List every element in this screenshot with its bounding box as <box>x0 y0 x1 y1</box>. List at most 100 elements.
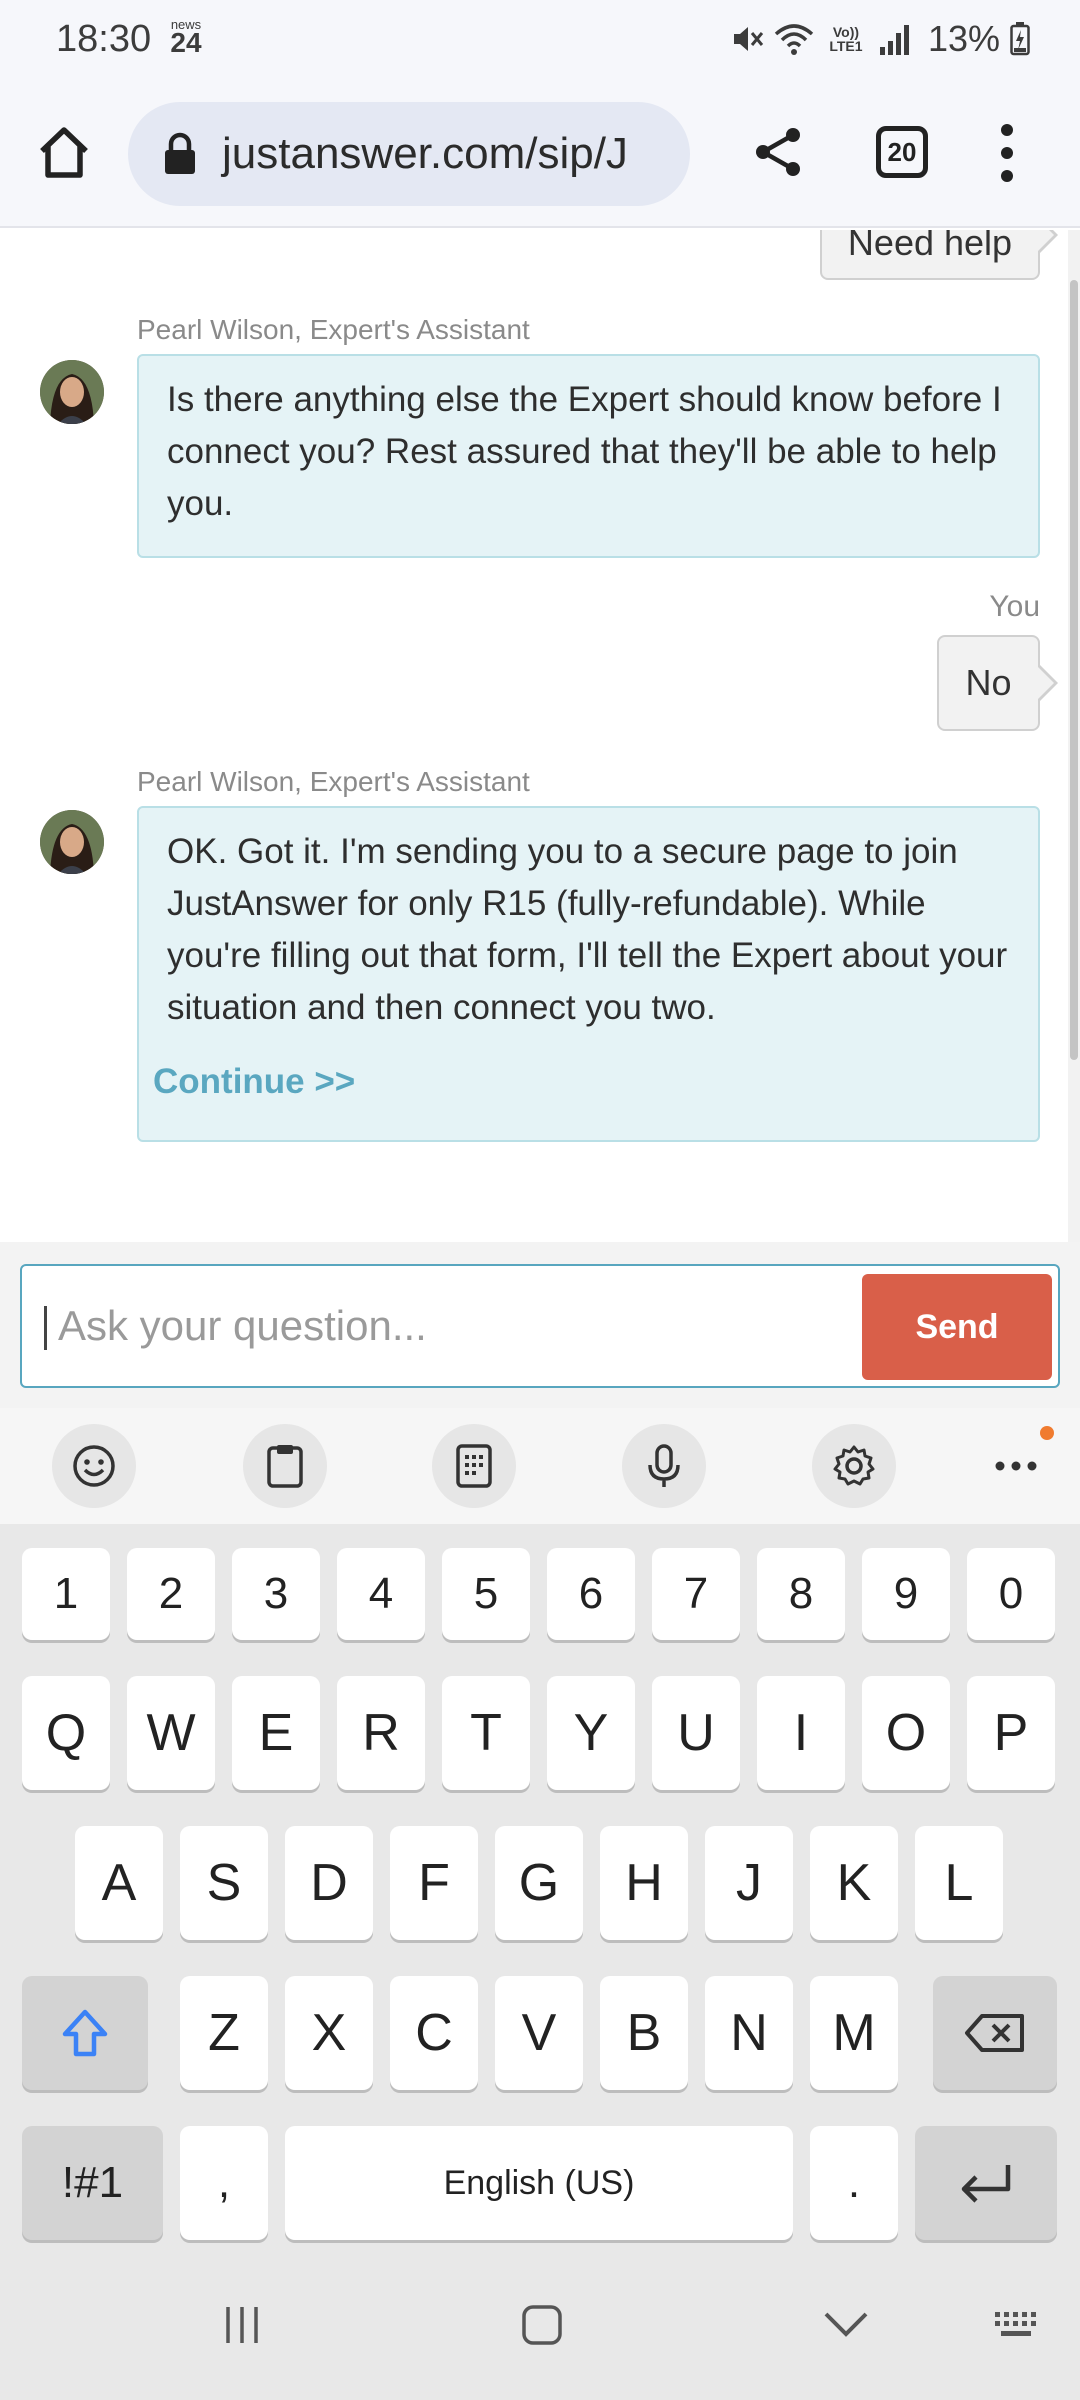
key-7[interactable]: 7 <box>652 1548 740 1640</box>
assistant-message-text: OK. Got it. I'm sending you to a secure … <box>167 832 1008 1027</box>
tab-switcher-button[interactable]: 20 <box>876 126 928 178</box>
more-horizontal-icon <box>995 1461 1037 1471</box>
key-9[interactable]: 9 <box>862 1548 950 1640</box>
spacebar[interactable]: English (US) <box>285 2126 793 2240</box>
share-button[interactable] <box>748 122 808 182</box>
key-3[interactable]: 3 <box>232 1548 320 1640</box>
user-message-text: No <box>965 662 1012 703</box>
key-u[interactable]: U <box>652 1676 740 1790</box>
chat-transcript[interactable]: Need help Pearl Wilson, Expert's Assista… <box>0 230 1080 1242</box>
user-message-bubble: Need help <box>820 230 1058 280</box>
key-f[interactable]: F <box>390 1826 478 1940</box>
key-o[interactable]: O <box>862 1676 950 1790</box>
question-input-placeholder: Ask your question... <box>58 1302 427 1349</box>
enter-key[interactable] <box>915 2126 1057 2240</box>
url-text: justanswer.com/sip/J <box>222 129 628 178</box>
keyboard-toolbar <box>0 1408 1080 1524</box>
message-sender: Pearl Wilson, Expert's Assistant <box>137 766 530 797</box>
key-5[interactable]: 5 <box>442 1548 530 1640</box>
key-q[interactable]: Q <box>22 1676 110 1790</box>
symbols-key[interactable]: !#1 <box>22 2126 163 2240</box>
comma-key[interactable]: , <box>180 2126 268 2240</box>
key-g[interactable]: G <box>495 1826 583 1940</box>
send-button[interactable]: Send <box>862 1274 1052 1380</box>
key-h[interactable]: H <box>600 1826 688 1940</box>
key-0[interactable]: 0 <box>967 1548 1055 1640</box>
system-navigation-bar <box>0 2250 1080 2400</box>
message-sender: Pearl Wilson, Expert's Assistant <box>137 314 530 345</box>
message-sender-you: You <box>989 590 1040 623</box>
home-icon <box>40 127 88 178</box>
key-c[interactable]: C <box>390 1976 478 2090</box>
news-number: 24 <box>170 27 202 58</box>
user-message-bubble: No <box>937 635 1058 731</box>
clipboard-button[interactable] <box>243 1424 327 1508</box>
key-j[interactable]: J <box>705 1826 793 1940</box>
key-p[interactable]: P <box>967 1676 1055 1790</box>
key-r[interactable]: R <box>337 1676 425 1790</box>
backspace-key[interactable] <box>933 1976 1057 2090</box>
assistant-message-bubble: Is there anything else the Expert should… <box>137 354 1040 558</box>
emoji-button[interactable] <box>52 1424 136 1508</box>
key-z[interactable]: Z <box>180 1976 268 2090</box>
key-m[interactable]: M <box>810 1976 898 2090</box>
clipboard-icon <box>267 1445 303 1488</box>
keyboard-mode-button[interactable] <box>432 1424 516 1508</box>
recents-button[interactable] <box>202 2290 282 2360</box>
shift-key[interactable] <box>22 1976 148 2090</box>
voice-input-button[interactable] <box>622 1424 706 1508</box>
home-square-icon <box>522 2305 562 2345</box>
notification-dot <box>1040 1426 1054 1440</box>
key-s[interactable]: S <box>180 1826 268 1940</box>
avatar-image <box>40 810 104 874</box>
avatar-image <box>40 360 104 424</box>
period-key[interactable]: . <box>810 2126 898 2240</box>
key-b[interactable]: B <box>600 1976 688 2090</box>
emoji-icon <box>73 1445 115 1487</box>
scrollbar-thumb[interactable] <box>1070 280 1078 1060</box>
assistant-message-text: Is there anything else the Expert should… <box>167 380 1002 523</box>
user-message-text: Need help <box>847 230 1013 263</box>
continue-link[interactable]: Continue >> <box>153 1056 1010 1108</box>
key-n[interactable]: N <box>705 1976 793 2090</box>
status-bar: 18:30 news 24 Vo)) LTE1 13% <box>0 0 1080 78</box>
keyboard-switch-button[interactable] <box>978 2290 1058 2360</box>
overflow-menu-button[interactable] <box>982 120 1032 186</box>
share-icon <box>756 128 800 176</box>
key-w[interactable]: W <box>127 1676 215 1790</box>
key-x[interactable]: X <box>285 1976 373 2090</box>
home-button[interactable] <box>30 118 98 186</box>
page-scrollbar[interactable] <box>1068 230 1080 1242</box>
key-4[interactable]: 4 <box>337 1548 425 1640</box>
status-time: 18:30 <box>56 18 152 60</box>
status-icons: Vo)) LTE1 13% <box>730 18 1030 60</box>
wifi-icon <box>774 24 814 55</box>
key-8[interactable]: 8 <box>757 1548 845 1640</box>
key-d[interactable]: D <box>285 1826 373 1940</box>
key-e[interactable]: E <box>232 1676 320 1790</box>
key-v[interactable]: V <box>495 1976 583 2090</box>
network-type: Vo)) LTE1 <box>829 24 863 54</box>
onscreen-keyboard: 1 2 3 4 5 6 7 8 9 0 Q W E R T Y U I O P … <box>0 1524 1080 2250</box>
key-t[interactable]: T <box>442 1676 530 1790</box>
shift-icon <box>62 2009 108 2057</box>
news24-notification-icon: news 24 <box>166 18 206 57</box>
key-l[interactable]: L <box>915 1826 1003 1940</box>
battery-percent: 13% <box>927 18 1000 59</box>
menu-dot <box>1001 124 1013 136</box>
address-bar[interactable]: justanswer.com/sip/J <box>128 102 690 206</box>
key-1[interactable]: 1 <box>22 1548 110 1640</box>
chevron-down-icon <box>824 2312 868 2337</box>
key-a[interactable]: A <box>75 1826 163 1940</box>
back-button[interactable] <box>806 2290 886 2360</box>
key-6[interactable]: 6 <box>547 1548 635 1640</box>
keyboard-icon <box>995 2312 1036 2336</box>
home-nav-button[interactable] <box>502 2290 582 2360</box>
key-2[interactable]: 2 <box>127 1548 215 1640</box>
key-y[interactable]: Y <box>547 1676 635 1790</box>
keyboard-settings-button[interactable] <box>812 1424 896 1508</box>
key-k[interactable]: K <box>810 1826 898 1940</box>
gear-icon <box>833 1445 875 1486</box>
key-i[interactable]: I <box>757 1676 845 1790</box>
microphone-icon <box>648 1444 680 1487</box>
